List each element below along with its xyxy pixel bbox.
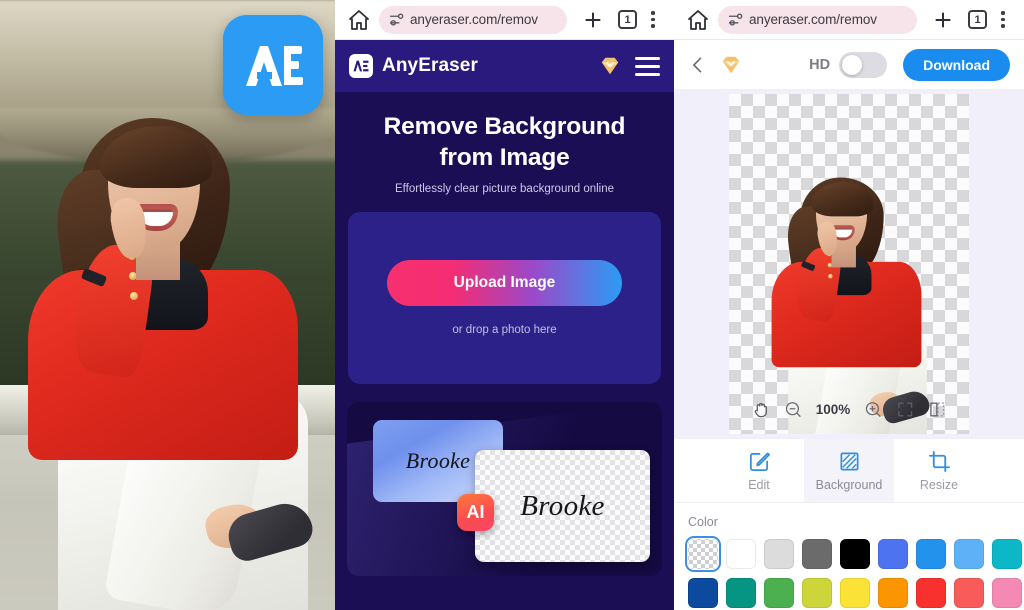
color-swatch-navy-blue[interactable] (688, 578, 718, 608)
home-icon[interactable] (347, 8, 371, 32)
color-row-2 (688, 578, 1022, 608)
color-swatch-light-gray[interactable] (764, 539, 794, 569)
plus-icon[interactable] (932, 9, 954, 31)
color-swatch-yellow[interactable] (840, 578, 870, 608)
background-hatch-icon (839, 451, 859, 471)
sample-before-label: Brooke (405, 448, 471, 474)
editor-panel: anyeraser.com/remov 1 HD Download 100% E… (674, 0, 1024, 610)
home-icon[interactable] (686, 8, 710, 32)
color-section-label: Color (688, 515, 718, 529)
url-bar-middle[interactable]: anyeraser.com/remov (379, 5, 567, 34)
ae-app-icon[interactable] (223, 15, 323, 115)
blazer-button (130, 292, 138, 300)
edit-pencil-icon (749, 451, 770, 471)
zoom-out-icon[interactable] (784, 400, 803, 419)
source-photo-panel (0, 0, 335, 610)
diamond-icon[interactable] (720, 54, 742, 76)
url-text-middle: anyeraser.com/remov (410, 12, 538, 27)
url-bar-right[interactable]: anyeraser.com/remov (718, 5, 917, 34)
chevron-left-icon[interactable] (688, 55, 708, 75)
color-swatch-white[interactable] (726, 539, 756, 569)
hd-toggle-knob (842, 54, 863, 75)
tune-icon (728, 13, 743, 26)
sample-after-label: Brooke (520, 489, 605, 522)
sample-preview-card: Brooke Brooke AI (347, 402, 662, 577)
screenshot-stage: anyeraser.com/remov 1 AnyEraser Remove B… (0, 0, 1024, 610)
color-row-1 (685, 536, 1022, 572)
ai-badge: AI (457, 494, 494, 532)
tune-icon (389, 13, 404, 26)
color-swatch-green-teal[interactable] (726, 578, 756, 608)
color-swatch-black[interactable] (840, 539, 870, 569)
color-swatch-dark-gray[interactable] (802, 539, 832, 569)
tab-resize-label: Resize (919, 477, 959, 492)
page-subtitle: Effortlessly clear picture background on… (394, 183, 615, 196)
editor-toolbar: HD Download (674, 40, 1024, 89)
tab-background[interactable]: Background (804, 439, 894, 502)
color-swatch-royal-blue[interactable] (878, 539, 908, 569)
zoom-in-icon[interactable] (863, 400, 882, 419)
color-swatch-red[interactable] (916, 578, 946, 608)
browser-chrome-middle: anyeraser.com/remov 1 (335, 0, 674, 40)
upload-dropzone[interactable]: Upload Image or drop a photo here (348, 212, 661, 385)
color-swatch-dodger-blue[interactable] (916, 539, 946, 569)
tab-count-badge-middle[interactable]: 1 (618, 10, 637, 29)
compare-split-icon[interactable] (927, 400, 946, 419)
color-swatch-teal[interactable] (992, 539, 1022, 569)
anyeraser-site-panel: anyeraser.com/remov 1 AnyEraser Remove B… (335, 0, 674, 610)
tab-edit-label: Edit (748, 477, 770, 492)
diamond-icon[interactable] (599, 55, 621, 77)
url-text-right: anyeraser.com/remov (749, 12, 877, 27)
tab-resize[interactable]: Resize (894, 439, 984, 502)
editor-canvas-area: 100% (674, 89, 1024, 439)
upload-image-button[interactable]: Upload Image (387, 260, 622, 307)
color-swatch-orange[interactable] (878, 578, 908, 608)
download-button[interactable]: Download (903, 48, 1010, 81)
cutout-person-preview (756, 112, 942, 434)
crop-icon (928, 450, 950, 472)
tab-edit[interactable]: Edit (714, 439, 804, 502)
color-section: Color (674, 503, 1024, 610)
hd-label: HD (809, 56, 831, 73)
drop-hint-text: or drop a photo here (452, 324, 557, 337)
sample-after-image: Brooke (475, 450, 650, 563)
tab-background-label: Background (815, 477, 883, 492)
browser-chrome-right: anyeraser.com/remov 1 (674, 0, 1024, 40)
color-swatch-sky-blue[interactable] (954, 539, 984, 569)
site-header: AnyEraser (335, 40, 674, 92)
color-swatch-coral[interactable] (954, 578, 984, 608)
zoom-level-label: 100% (815, 401, 851, 417)
hamburger-icon[interactable] (635, 56, 660, 76)
anyeraser-logo-mark (349, 54, 373, 78)
color-swatch-transparent[interactable] (685, 536, 721, 572)
site-brand-name: AnyEraser (382, 55, 478, 76)
color-swatch-green[interactable] (764, 578, 794, 608)
editor-tabbar: Edit Background Resize (674, 439, 1024, 503)
hand-icon[interactable] (752, 400, 771, 419)
color-swatch-pink[interactable] (992, 578, 1022, 608)
color-swatch-lime[interactable] (802, 578, 832, 608)
kebab-menu-icon[interactable] (994, 11, 1012, 28)
ae-logo-glyph-small (353, 60, 369, 72)
tab-count-badge-right[interactable]: 1 (968, 10, 987, 29)
hd-toggle[interactable] (839, 51, 888, 78)
site-body: Remove Background from Image Effortlessl… (335, 92, 674, 610)
plus-icon[interactable] (582, 9, 604, 31)
kebab-menu-icon[interactable] (644, 11, 662, 28)
page-title: Remove Background from Image (383, 113, 626, 171)
ae-logo-glyph (246, 46, 303, 86)
fullscreen-icon[interactable] (895, 400, 914, 419)
transparent-canvas[interactable]: 100% (729, 94, 969, 434)
zoom-toolbar: 100% (746, 394, 953, 424)
blazer-button (828, 274, 833, 279)
